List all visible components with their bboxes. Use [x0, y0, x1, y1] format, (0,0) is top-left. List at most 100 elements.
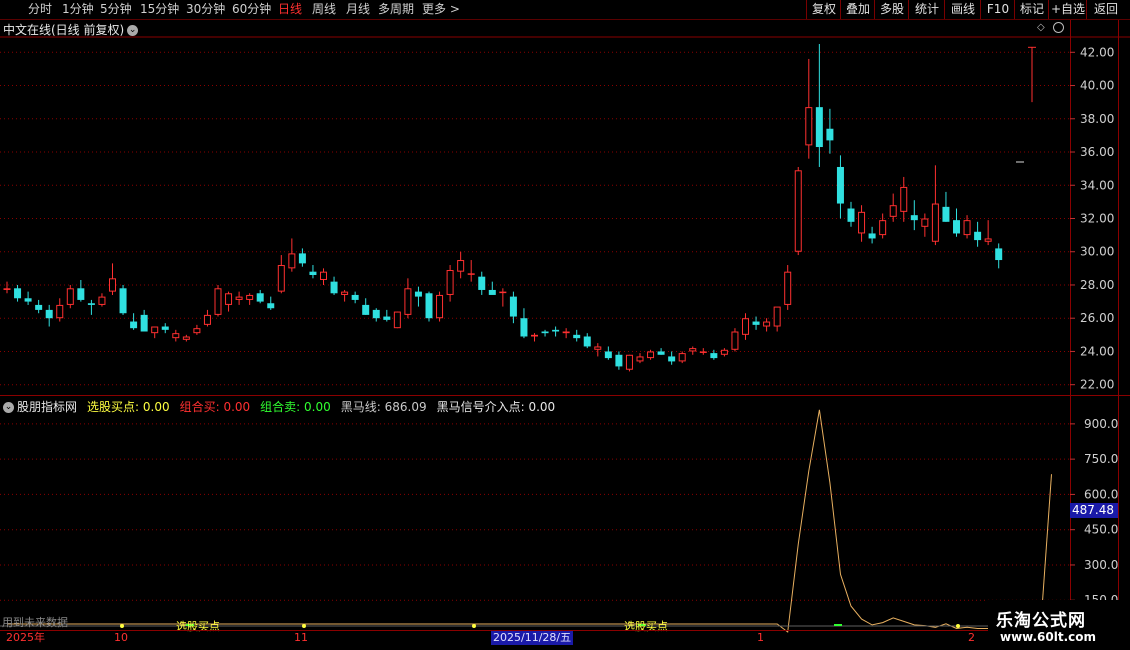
candle-body: [193, 328, 201, 334]
y-tick-label: 34.00: [1080, 178, 1114, 192]
date-label: 10: [114, 631, 128, 644]
candle-body: [836, 166, 844, 204]
y-tick-label: 30.00: [1080, 245, 1114, 259]
candle-body: [341, 291, 349, 295]
candle-body: [98, 296, 106, 305]
candle-body: [119, 288, 127, 314]
watermark-title: 乐淘公式网: [996, 611, 1086, 631]
candle-body: [130, 321, 138, 329]
candle-body: [383, 316, 391, 320]
candle-body: [457, 260, 465, 272]
candle-body: [731, 331, 739, 350]
y-tick-label: 26.00: [1080, 311, 1114, 325]
candle-body: [858, 211, 866, 234]
candle-body: [56, 304, 64, 319]
watermark-url: www.60lt.com: [1000, 630, 1097, 644]
candle-body: [151, 326, 159, 334]
candle-body: [784, 271, 792, 305]
candle-body: [436, 294, 444, 319]
candle-body: [974, 231, 982, 241]
y-tick-label: 38.00: [1080, 112, 1114, 126]
kline-canvas[interactable]: 42.00 40.00 38.00 36.00 34.00 32.00 30.00 28.00…: [0, 0, 1130, 650]
candle-body: [773, 306, 781, 327]
y-tick-label: 600.0: [1084, 487, 1118, 501]
y-tick-label: 40.00: [1080, 79, 1114, 93]
y-tick-label: 42.00: [1080, 45, 1114, 59]
y-tick-label: 750.0: [1084, 452, 1118, 466]
candle-body: [562, 331, 570, 334]
candle-body: [520, 318, 528, 337]
candle-body: [372, 309, 380, 319]
candle-body: [984, 238, 992, 242]
indicator-value: 黑马信号介入点: 0.00: [436, 400, 556, 414]
indicator-value: 选股买点: 0.00: [87, 400, 170, 414]
candle-body: [699, 351, 707, 353]
candle-body: [35, 304, 43, 310]
candle-body: [689, 348, 697, 352]
candle-body: [87, 303, 95, 305]
date-label: 2: [968, 631, 975, 644]
candle-body: [541, 331, 549, 334]
candle-body: [604, 351, 612, 359]
chevron-down-icon[interactable]: ⌄: [3, 402, 14, 413]
candle-body: [351, 294, 359, 300]
candle-body: [953, 220, 960, 234]
indicator-name[interactable]: 股朋指标网: [17, 400, 77, 414]
date-label: 11: [294, 631, 308, 644]
date-label: 1: [757, 631, 764, 644]
candle-body: [330, 281, 338, 294]
candle-body: [45, 309, 53, 319]
candle-body: [868, 233, 876, 239]
signal-dot: [120, 624, 124, 628]
candle-body: [362, 304, 370, 315]
future-data-note: 用到未来数据: [2, 616, 68, 629]
candle-body: [393, 311, 401, 329]
y-tick-label: 450.0: [1084, 523, 1118, 537]
candle-body: [910, 215, 918, 221]
candle-body: [763, 321, 771, 327]
candle-body: [657, 351, 665, 355]
candle-body: [583, 336, 591, 347]
candle-body: [404, 288, 412, 315]
candle-body: [309, 271, 317, 275]
candle-body: [414, 291, 422, 297]
candle-body: [815, 107, 823, 148]
candle-body: [625, 354, 633, 370]
indicator-value: 组合卖: 0.00: [260, 400, 331, 414]
signal-dot: [956, 624, 960, 628]
candle-body: [203, 314, 211, 325]
candle-body: [594, 346, 602, 350]
date-axis: 2025年 10 11 1 2 2025/11/28/五: [0, 630, 1000, 645]
candle-body: [77, 288, 85, 300]
candle-body: [214, 288, 222, 315]
candle-body: [942, 206, 950, 222]
signal-bar: [834, 624, 842, 626]
indicator-value: 组合买: 0.00: [179, 400, 251, 414]
candle-body: [531, 334, 538, 337]
indicator-value: 黑马线: 686.09: [340, 400, 427, 414]
candle-body: [256, 293, 264, 302]
candle-body: [879, 220, 887, 236]
candle-body: [488, 289, 496, 295]
candle-body: [921, 218, 929, 227]
y-tick-label: 24.00: [1080, 344, 1114, 358]
candle-body: [720, 349, 728, 355]
candle-body: [320, 271, 327, 280]
candle-body: [636, 356, 644, 362]
candle-body: [298, 253, 306, 264]
candle-body: [425, 293, 433, 319]
candle-body: [499, 291, 507, 294]
candle-body: [235, 296, 243, 300]
signal-dot: [472, 624, 476, 628]
candle-body: [678, 353, 686, 362]
y-tick-label: 28.00: [1080, 278, 1114, 292]
watermark: 乐淘公式网 www.60lt.com: [988, 600, 1130, 650]
candle-body: [742, 318, 749, 335]
candle-body: [161, 326, 169, 330]
candle-body: [963, 220, 971, 236]
candle-body: [647, 351, 655, 359]
candle-body: [509, 296, 517, 317]
candle-body: [805, 107, 813, 146]
candle-body: [140, 314, 148, 332]
candle-body: [995, 248, 1003, 261]
